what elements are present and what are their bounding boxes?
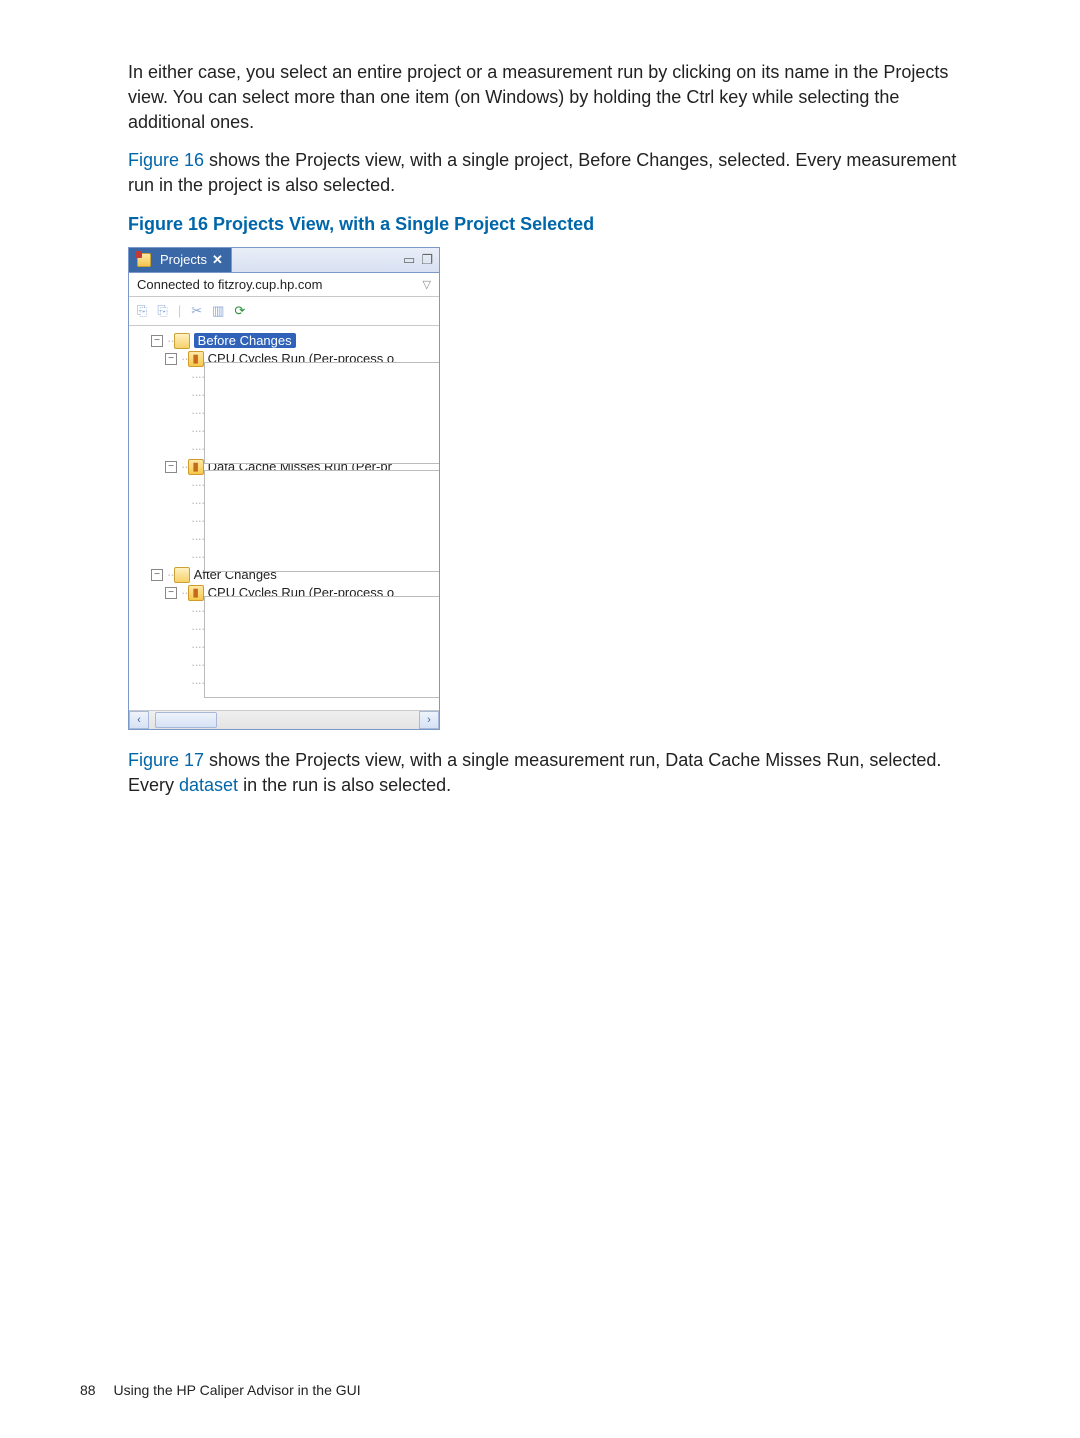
collapse-icon[interactable]: − <box>165 353 177 365</box>
minimize-icon[interactable]: ▭ <box>403 252 415 268</box>
toolbar: ⎘ ⎘ | ✂ ▥ ⟳ <box>129 297 439 326</box>
separator: | <box>178 303 181 318</box>
dropdown-icon[interactable]: ▽ <box>423 278 431 291</box>
scroll-right-icon[interactable]: › <box>419 711 439 729</box>
tree-connector: ···· <box>191 495 204 510</box>
projects-tab[interactable]: Projects ✕ <box>129 248 232 272</box>
tree-leaf[interactable]: ····Run Summary <box>133 404 435 422</box>
footer-text: Using the HP Caliper Advisor in the GUI <box>113 1382 360 1398</box>
figure-ref-link[interactable]: Figure 17 <box>128 750 204 770</box>
close-icon[interactable]: ✕ <box>212 252 223 268</box>
view-tabbar: Projects ✕ ▭ ❐ <box>129 248 439 273</box>
collapse-icon[interactable]: − <box>165 587 177 599</box>
maximize-icon[interactable]: ❐ <box>421 252 433 268</box>
tree-connector: ·· <box>167 333 174 348</box>
run-icon: ▮ <box>188 351 204 367</box>
tree-connector: ·· <box>181 585 188 600</box>
figure-caption: Figure 16 Projects View, with a Single P… <box>128 214 960 235</box>
project-node[interactable]: − ·· Before Changes <box>133 332 435 350</box>
tree-connector: ·· <box>167 567 174 582</box>
paragraph: In either case, you select an entire pro… <box>128 60 960 136</box>
tree-connector: ···· <box>191 477 204 492</box>
tree-leaf[interactable]: ····Run Summary <box>133 638 435 656</box>
collapse-icon[interactable]: − <box>151 569 163 581</box>
toolbar-button[interactable]: ⎘ <box>137 303 147 319</box>
run-icon: ▮ <box>188 585 204 601</box>
tree-connector: ···· <box>191 405 204 420</box>
paragraph: Figure 16 shows the Projects view, with … <box>128 148 960 198</box>
page-footer: 88 Using the HP Caliper Advisor in the G… <box>80 1382 361 1398</box>
text: shows the Projects view, with a single p… <box>128 150 956 195</box>
tree-connector: ·· <box>181 351 188 366</box>
tree-connector: ···· <box>191 621 204 636</box>
tree-connector: ···· <box>191 639 204 654</box>
refresh-button[interactable]: ⟳ <box>234 303 245 319</box>
scroll-thumb[interactable] <box>155 712 217 728</box>
tree-connector: ···· <box>191 441 204 456</box>
text: in the run is also selected. <box>238 775 451 795</box>
figure-ref-link[interactable]: Figure 16 <box>128 150 204 170</box>
tree-connector: ···· <box>191 423 204 438</box>
collapse-icon[interactable]: − <box>151 335 163 347</box>
status-text: Connected to fitzroy.cup.hp.com <box>137 277 322 292</box>
tree-connector: ···· <box>191 603 204 618</box>
horizontal-scrollbar[interactable]: ‹ › <box>129 710 439 729</box>
tree-leaf[interactable]: ····Run Summary <box>133 512 435 530</box>
scroll-left-icon[interactable]: ‹ <box>129 711 149 729</box>
page-icon <box>204 596 439 698</box>
folder-open-icon <box>174 333 190 349</box>
toolbar-button[interactable]: ⎘ <box>157 303 167 319</box>
toolbar-button[interactable]: ▥ <box>212 303 224 319</box>
tree-connector: ·· <box>181 459 188 474</box>
page-icon <box>204 470 439 572</box>
project-label-selected[interactable]: Before Changes <box>194 333 296 348</box>
folder-open-icon <box>174 567 190 583</box>
projects-view-screenshot: Projects ✕ ▭ ❐ Connected to fitzroy.cup.… <box>128 247 440 730</box>
tree-connector: ···· <box>191 531 204 546</box>
projects-tree: − ·· Before Changes − ·· ▮ CPU Cycles Ru… <box>129 326 439 710</box>
collapse-icon[interactable]: − <box>165 461 177 473</box>
tree-connector: ···· <box>191 657 204 672</box>
connection-status: Connected to fitzroy.cup.hp.com ▽ <box>129 273 439 297</box>
tree-connector: ···· <box>191 549 204 564</box>
tree-connector: ···· <box>191 513 204 528</box>
projects-icon <box>137 253 151 267</box>
page-number: 88 <box>80 1382 96 1398</box>
tab-label: Projects <box>160 252 207 267</box>
page-icon <box>204 362 439 464</box>
toolbar-button[interactable]: ✂ <box>191 303 202 319</box>
tree-connector: ···· <box>191 387 204 402</box>
tree-connector: ···· <box>191 675 204 690</box>
run-icon: ▮ <box>188 459 204 475</box>
dataset-link[interactable]: dataset <box>179 775 238 795</box>
tree-connector: ···· <box>191 369 204 384</box>
paragraph: Figure 17 shows the Projects view, with … <box>128 748 960 798</box>
